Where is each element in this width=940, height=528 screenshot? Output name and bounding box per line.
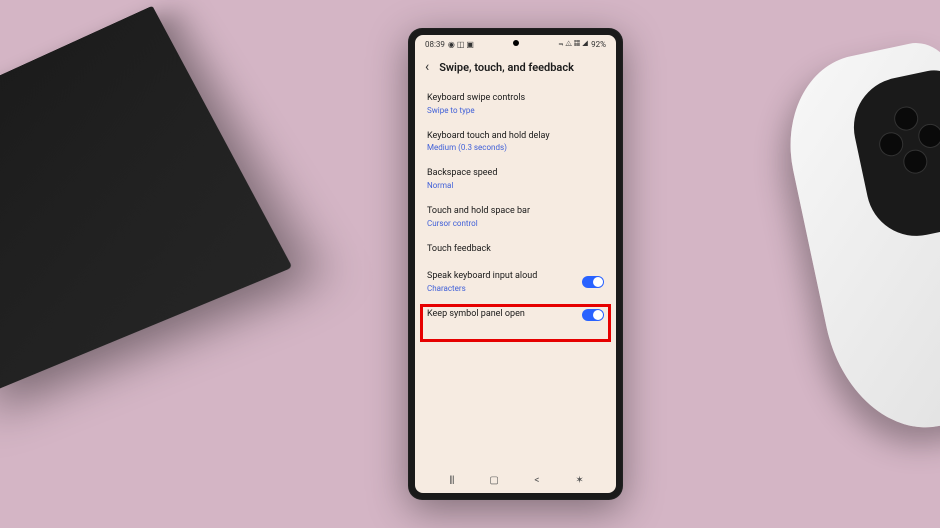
back-arrow-icon[interactable]: ‹ bbox=[425, 59, 429, 75]
setting-title: Touch feedback bbox=[427, 244, 604, 256]
setting-subtitle: Characters bbox=[427, 284, 537, 293]
status-battery: 92% bbox=[591, 40, 606, 49]
nav-recent-icon[interactable]: ||| bbox=[441, 475, 461, 486]
setting-subtitle: Medium (0.3 seconds) bbox=[427, 143, 604, 152]
setting-keyboard-swipe-controls[interactable]: Keyboard swipe controls Swipe to type bbox=[427, 85, 604, 123]
nav-home-icon[interactable]: ▢ bbox=[484, 475, 504, 486]
status-time: 08:39 bbox=[425, 40, 445, 49]
nav-extra-icon[interactable]: ✶ bbox=[570, 475, 590, 486]
setting-touch-hold-delay[interactable]: Keyboard touch and hold delay Medium (0.… bbox=[427, 123, 604, 161]
status-icons-right: ⫬ ◬ ▦ ◢ bbox=[559, 39, 589, 49]
setting-touch-feedback[interactable]: Touch feedback bbox=[427, 236, 604, 264]
phone-device: 08:39 ◉ ◫ ▣ ⫬ ◬ ▦ ◢ 92% ‹ Swipe, touch, … bbox=[408, 28, 623, 500]
setting-title: Backspace speed bbox=[427, 168, 604, 180]
setting-title: Speak keyboard input aloud bbox=[427, 271, 537, 283]
setting-speak-keyboard-aloud[interactable]: Speak keyboard input aloud Characters bbox=[427, 263, 604, 301]
setting-subtitle: Cursor control bbox=[427, 219, 604, 228]
setting-title: Keyboard touch and hold delay bbox=[427, 131, 604, 143]
toggle-speak-aloud[interactable] bbox=[582, 276, 604, 288]
phone-screen: 08:39 ◉ ◫ ▣ ⫬ ◬ ▦ ◢ 92% ‹ Swipe, touch, … bbox=[415, 35, 616, 493]
setting-title: Keyboard swipe controls bbox=[427, 93, 604, 105]
setting-subtitle: Normal bbox=[427, 181, 604, 190]
setting-title: Keep symbol panel open bbox=[427, 309, 525, 321]
settings-header: ‹ Swipe, touch, and feedback bbox=[415, 53, 616, 85]
camera-hole bbox=[513, 40, 519, 46]
toggle-symbol-panel[interactable] bbox=[582, 309, 604, 321]
setting-keep-symbol-panel[interactable]: Keep symbol panel open bbox=[427, 301, 604, 329]
nav-back-icon[interactable]: < bbox=[527, 475, 547, 486]
settings-list: Keyboard swipe controls Swipe to type Ke… bbox=[415, 85, 616, 329]
status-icons-left: ◉ ◫ ▣ bbox=[448, 40, 474, 49]
setting-touch-hold-spacebar[interactable]: Touch and hold space bar Cursor control bbox=[427, 198, 604, 236]
navigation-bar: ||| ▢ < ✶ bbox=[415, 467, 616, 493]
setting-title: Touch and hold space bar bbox=[427, 206, 604, 218]
page-title: Swipe, touch, and feedback bbox=[439, 61, 574, 74]
setting-subtitle: Swipe to type bbox=[427, 106, 604, 115]
game-controller bbox=[770, 30, 940, 480]
product-box: Galaxy S24 Ultra bbox=[0, 6, 293, 397]
setting-backspace-speed[interactable]: Backspace speed Normal bbox=[427, 160, 604, 198]
